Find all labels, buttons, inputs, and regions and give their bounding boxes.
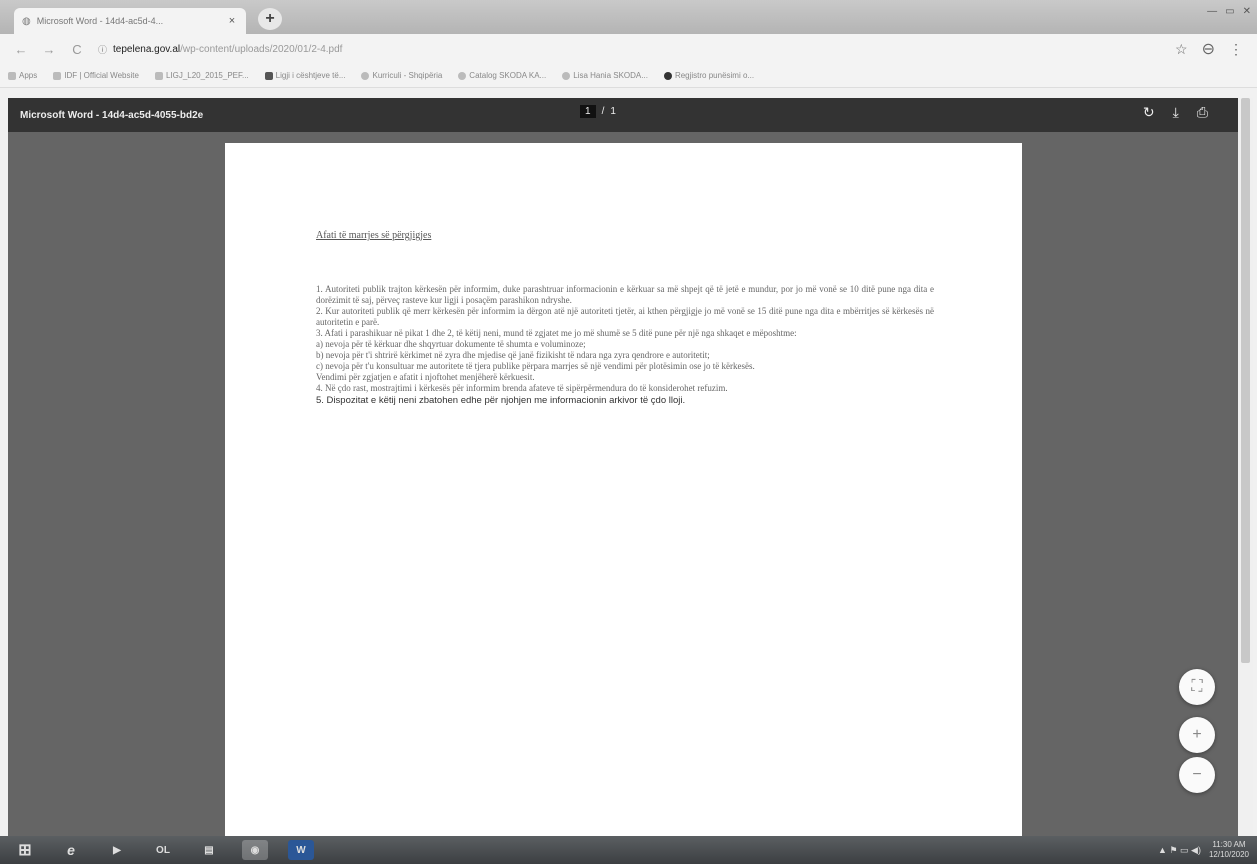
back-button[interactable]: ← bbox=[14, 42, 28, 57]
document-paragraph: 2. Kur autoriteti publik që merr kërkesë… bbox=[316, 306, 934, 327]
url-domain: tepelena.gov.al bbox=[113, 43, 181, 55]
document-paragraph: c) nevoja për t'u konsultuar me autorite… bbox=[316, 361, 755, 371]
site-favicon-icon bbox=[663, 71, 672, 80]
document-paragraph: Vendimi për zgjatjen e afatit i njoftohe… bbox=[316, 372, 535, 382]
page-indicator: 1 / 1 bbox=[580, 105, 616, 118]
browser-tab[interactable]: ◍ Microsoft Word - 14d4-ac5d-4... × bbox=[14, 8, 246, 34]
address-bar[interactable]: ⓘ tepelena.gov.al/wp-content/uploads/202… bbox=[98, 38, 1161, 60]
site-favicon-icon bbox=[154, 71, 163, 80]
document-body: 1. Autoriteti publik trajton kërkesën pë… bbox=[316, 284, 934, 406]
zoom-in-button[interactable]: + bbox=[1179, 717, 1215, 753]
reload-button[interactable]: C bbox=[70, 42, 84, 57]
pdf-actions: ↻ ⤓ ⎙ bbox=[1143, 104, 1208, 121]
clock-date: 12/10/2020 bbox=[1208, 850, 1249, 859]
bookmark-item[interactable]: Ligji i cështjeve të... bbox=[264, 71, 346, 80]
bookmark-item[interactable]: Kurriculi - Shqipëria bbox=[361, 71, 442, 80]
tab-close-icon[interactable]: × bbox=[226, 15, 238, 27]
info-icon[interactable]: ⓘ bbox=[98, 43, 107, 56]
total-pages: 1 bbox=[610, 106, 616, 117]
skoda-icon bbox=[562, 71, 571, 80]
start-button[interactable]: ⊞ bbox=[12, 840, 38, 860]
pdf-page: Afati të marrjes së përgjigjes 1. Autori… bbox=[225, 143, 1022, 836]
bookmark-star-icon[interactable]: ☆ bbox=[1175, 41, 1188, 58]
current-page-input[interactable]: 1 bbox=[580, 105, 596, 118]
document-paragraph: 3. Afati i parashikuar në pikat 1 dhe 2,… bbox=[316, 328, 797, 338]
document-paragraph: 1. Autoriteti publik trajton kërkesën pë… bbox=[316, 284, 934, 305]
bookmark-label: Catalog SKODA KA... bbox=[469, 71, 547, 80]
bookmark-label: Lisa Hania SKODA... bbox=[573, 71, 648, 80]
bookmark-item[interactable]: Regjistro punësimi o... bbox=[663, 71, 755, 80]
bookmark-label: Ligji i cështjeve të... bbox=[275, 71, 346, 80]
media-player-icon[interactable]: ▶ bbox=[104, 840, 130, 860]
bookmarks-bar: Apps IDF | Official Website LIGJ_L20_201… bbox=[0, 64, 1257, 88]
browser-toolbar: ← → C ⓘ tepelena.gov.al/wp-content/uploa… bbox=[0, 34, 1257, 64]
print-icon[interactable]: ⎙ bbox=[1197, 104, 1208, 121]
clock-time: 11:30 AM bbox=[1212, 840, 1246, 849]
bookmark-item[interactable]: IDF | Official Website bbox=[53, 71, 139, 80]
rotate-icon[interactable]: ↻ bbox=[1143, 104, 1155, 121]
document-paragraph: 4. Në çdo rast, mostrajtimi i kërkesës p… bbox=[316, 383, 728, 393]
site-favicon-icon bbox=[53, 71, 62, 80]
globe-icon bbox=[361, 71, 370, 80]
bookmark-label: Regjistro punësimi o... bbox=[674, 71, 755, 80]
forward-button[interactable]: → bbox=[42, 42, 56, 57]
apps-grid-icon bbox=[8, 71, 16, 80]
document-heading: Afati të marrjes së përgjigjes bbox=[316, 230, 432, 241]
scroll-thumb[interactable] bbox=[1241, 98, 1250, 663]
word-icon[interactable]: W bbox=[288, 840, 314, 860]
skoda-icon bbox=[458, 71, 467, 80]
tab-strip: ◍ Microsoft Word - 14d4-ac5d-4... × + — … bbox=[0, 0, 1257, 34]
taskbar: ⊞ e ▶ OL ▤ ◉ W ▲ ⚑ ▭ ◀) 11:30 AM 12/10/2… bbox=[0, 836, 1257, 864]
tray-icons[interactable]: ▲ ⚑ ▭ ◀) bbox=[1158, 845, 1201, 856]
download-icon[interactable]: ⤓ bbox=[1173, 104, 1179, 121]
pdf-viewport[interactable]: Afati të marrjes së përgjigjes 1. Autori… bbox=[8, 132, 1238, 836]
clock[interactable]: 11:30 AM 12/10/2020 bbox=[1209, 840, 1249, 860]
bookmark-label: LIGJ_L20_2015_PEF... bbox=[165, 71, 249, 80]
url-path: /wp-content/uploads/2020/01/2-4.pdf bbox=[180, 43, 343, 55]
system-tray: ▲ ⚑ ▭ ◀) 11:30 AM 12/10/2020 bbox=[1158, 840, 1249, 860]
internet-explorer-icon[interactable]: e bbox=[58, 840, 84, 860]
bookmark-item[interactable]: LIGJ_L20_2015_PEF... bbox=[154, 71, 249, 80]
outlook-icon[interactable]: OL bbox=[150, 840, 176, 860]
chrome-icon[interactable]: ◉ bbox=[242, 840, 268, 860]
vertical-scrollbar[interactable] bbox=[1238, 98, 1253, 836]
file-explorer-icon[interactable]: ▤ bbox=[196, 840, 222, 860]
bookmark-label: Apps bbox=[19, 71, 38, 80]
maximize-icon[interactable]: ▭ bbox=[1225, 6, 1234, 17]
bookmark-label: Kurriculi - Shqipëria bbox=[372, 71, 443, 80]
menu-icon[interactable]: ⋮ bbox=[1229, 41, 1243, 58]
bookmark-item[interactable]: Catalog SKODA KA... bbox=[458, 71, 546, 80]
tab-title: Microsoft Word - 14d4-ac5d-4... bbox=[36, 16, 164, 26]
minimize-icon[interactable]: — bbox=[1207, 6, 1217, 17]
bookmark-label: IDF | Official Website bbox=[64, 71, 139, 80]
close-window-icon[interactable]: ✕ bbox=[1243, 6, 1251, 17]
pdf-title: Microsoft Word - 14d4-ac5d-4055-bd2e bbox=[20, 109, 204, 121]
profile-icon[interactable]: ⊖ bbox=[1202, 39, 1215, 59]
fit-page-button[interactable]: ⛶ bbox=[1179, 669, 1215, 705]
document-paragraph: b) nevoja për t'i shtrirë kërkimet në zy… bbox=[316, 350, 710, 360]
new-tab-button[interactable]: + bbox=[258, 8, 282, 30]
window-controls: — ▭ ✕ bbox=[1207, 6, 1251, 17]
document-paragraph: 5. Dispozitat e këtij neni zbatohen edhe… bbox=[316, 395, 686, 406]
pdf-toolbar: Microsoft Word - 14d4-ac5d-4055-bd2e 1 /… bbox=[8, 98, 1238, 132]
bookmark-item[interactable]: Lisa Hania SKODA... bbox=[562, 71, 648, 80]
document-icon bbox=[264, 71, 273, 80]
globe-icon: ◍ bbox=[22, 15, 31, 27]
page-separator: / bbox=[601, 106, 605, 117]
bookmark-item[interactable]: Apps bbox=[8, 71, 37, 80]
document-paragraph: a) nevoja për të kërkuar dhe shqyrtuar d… bbox=[316, 339, 586, 349]
zoom-out-button[interactable]: − bbox=[1179, 757, 1215, 793]
